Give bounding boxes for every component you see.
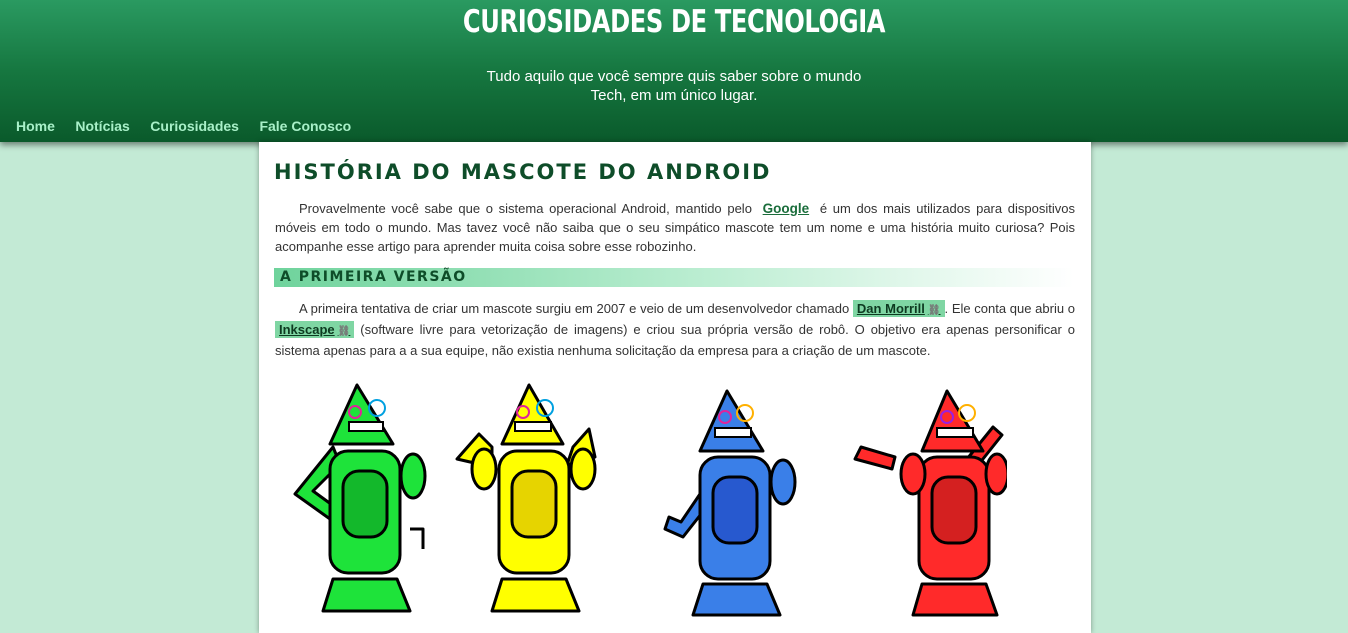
red-robot-mascot xyxy=(853,389,1007,617)
history-paragraph: A primeira tentativa de criar um mascote… xyxy=(275,299,1075,360)
dan-morrill-link[interactable]: Dan Morrill ⛓ xyxy=(852,300,945,317)
main-nav: Home Notícias Curiosidades Fale Conosco xyxy=(16,118,367,136)
inkscape-link[interactable]: Inkscape ⛓ xyxy=(275,321,355,338)
article-container: HISTÓRIA DO MASCOTE DO ANDROID Provavelm… xyxy=(259,142,1091,633)
site-title: CURIOSIDADES DE TECNOLOGIA xyxy=(462,4,886,40)
dan-morrill-label: Dan Morrill xyxy=(856,301,925,316)
link-icon: ⛓ xyxy=(337,326,351,337)
google-link[interactable]: Google xyxy=(758,201,815,216)
history-text-middle: . Ele conta que abriu o xyxy=(944,301,1075,316)
article-title: HISTÓRIA DO MASCOTE DO ANDROID xyxy=(274,160,772,184)
site-subtitle: Tudo aquilo que você sempre quis saber s… xyxy=(486,68,862,104)
inkscape-label: Inkscape xyxy=(279,322,335,337)
intro-paragraph: Provavelmente você sabe que o sistema op… xyxy=(275,199,1075,256)
green-robot-mascot xyxy=(293,383,427,613)
history-text-start: A primeira tentativa de criar um mascote… xyxy=(299,301,850,316)
link-icon: ⛓ xyxy=(927,305,941,316)
site-header: CURIOSIDADES DE TECNOLOGIA Tudo aquilo q… xyxy=(0,0,1348,142)
nav-fale-conosco[interactable]: Fale Conosco xyxy=(259,118,351,134)
nav-noticias[interactable]: Notícias xyxy=(75,118,129,134)
intro-text-start: Provavelmente você sabe que o sistema op… xyxy=(299,201,752,216)
section-title: A PRIMEIRA VERSÃO xyxy=(274,268,1074,287)
nav-curiosidades[interactable]: Curiosidades xyxy=(150,118,239,134)
blue-robot-mascot xyxy=(663,389,797,617)
history-text-end: (software livre para vetorização de imag… xyxy=(275,322,1075,358)
nav-home[interactable]: Home xyxy=(16,118,55,134)
robot-mascots-image xyxy=(285,379,1075,633)
yellow-robot-mascot xyxy=(455,383,597,613)
